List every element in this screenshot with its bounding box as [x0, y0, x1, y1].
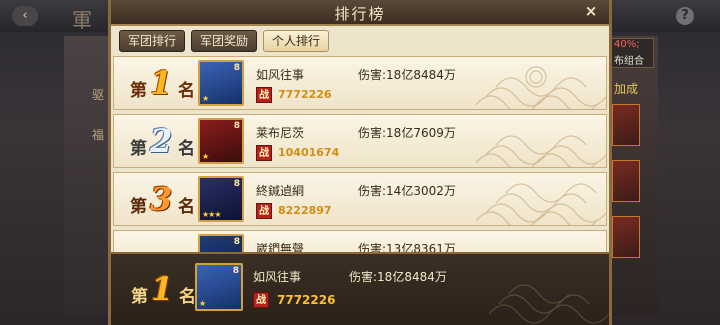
modal-title: 排行榜 — [334, 5, 386, 23]
background-hero-portrait[interactable] — [612, 216, 640, 258]
battle-power-icon: 战 — [256, 87, 272, 103]
star-icon: ★ — [202, 94, 209, 103]
rank-number: 2 — [150, 122, 173, 160]
rank-prefix: 第 — [131, 287, 148, 307]
rank-suffix: 名 — [178, 81, 195, 101]
tab-legion-ranking[interactable]: 军团排行 — [119, 30, 185, 52]
hero-level: 8 — [233, 237, 240, 247]
player-name: 終鍼遉絧 — [256, 184, 305, 198]
damage-value: 伤害:18亿8484万 — [349, 270, 447, 284]
ranking-row[interactable]: 第 2 名 8 ★ 莱布尼茨 伤害:18亿7609万 战 10401674 — [113, 114, 607, 168]
rank-badge: 第 2 名 — [128, 122, 198, 162]
hero-level: 8 — [232, 266, 239, 276]
battle-power-value: 7772226 — [278, 88, 332, 101]
tab-legion-rewards[interactable]: 军团奖励 — [191, 30, 257, 52]
wave-pattern-icon — [476, 183, 606, 225]
ranking-row[interactable]: 第 3 名 8 ★★★ 終鍼遉絧 伤害:14亿3002万 战 8222897 — [113, 172, 607, 226]
battle-power-icon: 战 — [253, 292, 269, 308]
back-arrow-icon[interactable]: ‹ — [12, 6, 38, 26]
star-icon: ★ — [199, 299, 206, 308]
player-name: 莱布尼茨 — [256, 126, 305, 140]
background-bonus-label: 加成 — [614, 82, 639, 96]
rank-number: 1 — [151, 270, 174, 308]
background-hero-portrait[interactable] — [612, 160, 640, 202]
damage-value: 伤害:18亿8484万 — [358, 68, 456, 82]
hero-level: 8 — [233, 63, 240, 73]
rank-number: 3 — [150, 180, 173, 218]
avatar[interactable]: 8 ★ — [198, 60, 244, 106]
battle-power-icon: 战 — [256, 203, 272, 219]
background-bonus-combo: 布组合 — [614, 56, 644, 67]
background-left-label-1: 驱 — [92, 88, 105, 102]
damage-value: 伤害:18亿7609万 — [358, 126, 456, 140]
my-rank-panel: 第 1 名 8 ★ 如风往事 伤害:18亿8484万 战 7772226 — [111, 252, 609, 325]
background-title: 軍 — [72, 8, 92, 32]
tab-personal-ranking[interactable]: 个人排行 — [263, 30, 329, 52]
close-icon[interactable]: × — [583, 2, 599, 20]
rank-prefix: 第 — [130, 139, 147, 159]
background-bonus-percent: 40%; — [614, 39, 640, 50]
damage-value: 伤害:14亿3002万 — [358, 184, 456, 198]
rank-suffix: 名 — [178, 139, 195, 159]
modal-header: 排行榜 × — [111, 0, 609, 26]
battle-power-value: 7772226 — [277, 293, 336, 307]
rank-prefix: 第 — [130, 197, 147, 217]
ranking-row[interactable]: 第 1 名 8 ★ 如风往事 伤害:18亿8484万 战 7772226 — [113, 56, 607, 110]
star-icon: ★★★ — [202, 210, 221, 219]
hero-level: 8 — [233, 121, 240, 131]
background-left-label-2: 福 — [92, 128, 105, 142]
rank-badge: 第 3 名 — [128, 180, 198, 220]
rank-suffix: 名 — [178, 197, 195, 217]
battle-power-icon: 战 — [256, 145, 272, 161]
ranking-list[interactable]: 第 1 名 8 ★ 如风往事 伤害:18亿8484万 战 7772226 第 2… — [111, 56, 609, 256]
wave-pattern-icon — [476, 135, 606, 167]
avatar[interactable]: 8 ★★★ — [198, 176, 244, 222]
rank-badge: 第 1 名 — [129, 270, 199, 310]
hero-level: 8 — [233, 179, 240, 189]
wave-pattern-icon — [489, 284, 609, 324]
rank-prefix: 第 — [130, 81, 147, 101]
background-left-panel — [64, 36, 110, 316]
help-icon[interactable]: ? — [676, 7, 694, 25]
rank-number: 1 — [150, 64, 173, 102]
battle-power-value: 8222897 — [278, 204, 332, 217]
player-name: 如风往事 — [256, 68, 305, 82]
battle-power-value: 10401674 — [278, 146, 340, 159]
rank-suffix: 名 — [179, 287, 196, 307]
rank-badge: 第 1 名 — [128, 64, 198, 104]
star-icon: ★ — [202, 152, 209, 161]
wave-pattern-icon — [476, 66, 606, 109]
avatar[interactable]: 8 ★ — [198, 118, 244, 164]
avatar[interactable]: 8 ★ — [195, 263, 243, 311]
background-hero-portrait[interactable] — [612, 104, 640, 146]
leaderboard-modal: 排行榜 × 军团排行 军团奖励 个人排行 第 1 名 8 ★ 如风往事 伤害:1… — [108, 0, 612, 325]
player-name: 如风往事 — [253, 270, 302, 284]
